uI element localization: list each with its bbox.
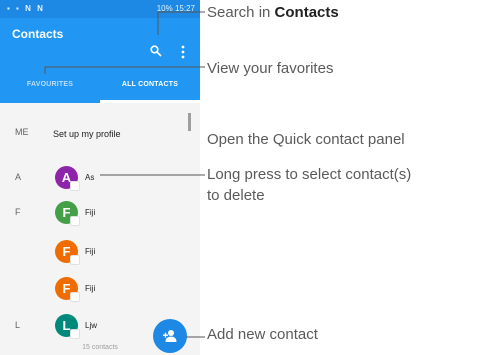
callout-favorites: View your favorites <box>207 60 334 77</box>
callout-search-bold: Contacts <box>274 4 339 21</box>
callout-search: Search in Contacts <box>207 3 339 22</box>
callout-quick-contact: Open the Quick contact panel <box>207 131 405 148</box>
callout-long-press: Long press to select contact(s) <box>207 166 412 183</box>
callout-long-press-2: to delete <box>207 187 265 204</box>
callout-search-text: Search in <box>207 4 275 21</box>
callout-add-contact: Add new contact <box>207 326 318 343</box>
